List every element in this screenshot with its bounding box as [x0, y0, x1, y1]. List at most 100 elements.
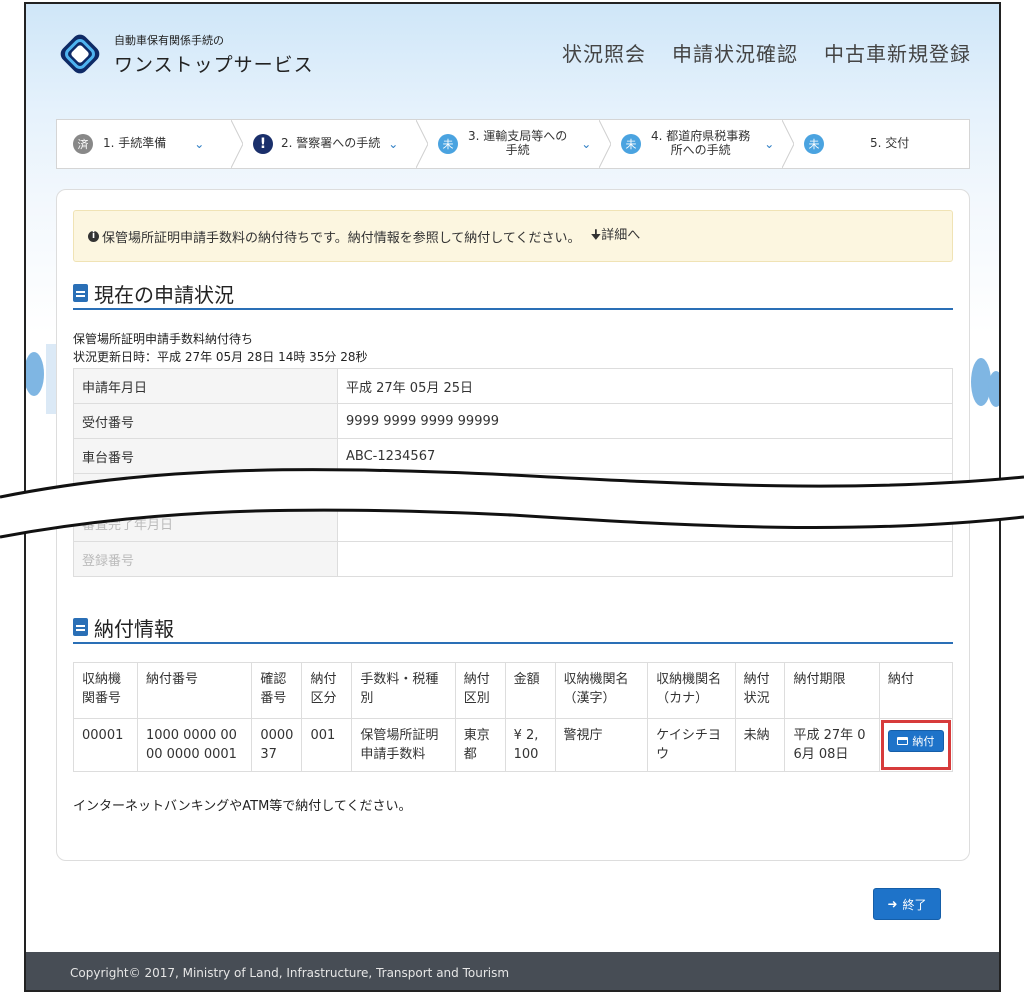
row-value	[337, 473, 953, 542]
pending-badge-icon: 未	[621, 134, 641, 154]
cell-payment-number: 1000 0000 00 00 0000 0001	[136, 718, 253, 772]
exit-button[interactable]: ➜ 終了	[873, 888, 941, 920]
cell-payment-deadline: 平成 27年 0 6月 08日	[784, 718, 880, 772]
nav-application-status[interactable]: 申請状況確認	[672, 38, 798, 67]
page-frame: 自動車保有関係手続の ワンストップサービス 状況照会 申請状況確認 中古車新規登…	[24, 2, 1001, 992]
nav-used-car-registration[interactable]: 中古車新規登録	[824, 38, 971, 67]
step-label: 3. 運輸支局等への 手続	[468, 129, 568, 158]
step-separator	[599, 120, 611, 168]
chevron-down-icon[interactable]: ⌄	[581, 137, 591, 151]
column-header: 納付	[878, 662, 954, 719]
column-header: 手数料・税種別	[351, 662, 456, 719]
pending-badge-icon: 未	[438, 134, 458, 154]
main-panel: i 保管場所証明申請手数料の納付待ちです。納付情報を参照して納付してください。 …	[56, 189, 970, 861]
step-1[interactable]: 済 1. 手続準備 ⌄	[57, 120, 243, 168]
row-label: 車台番号	[73, 438, 338, 474]
column-header: 収納機 関番号	[73, 662, 138, 719]
row-value: 平成 27年 05月 25日	[337, 368, 953, 404]
section-title-current-status: 現在の申請状況	[73, 278, 953, 310]
step-label-line2: 手続	[505, 143, 530, 157]
logo-title: ワンストップサービス	[114, 53, 314, 76]
pending-badge-icon: 未	[804, 134, 824, 154]
column-header: 金額	[504, 662, 556, 719]
alert-message: 保管場所証明申請手数料の納付待ちです。納付情報を参照して納付してください。	[102, 230, 581, 246]
document-icon	[73, 284, 88, 302]
step-label-line1: 3. 運輸支局等への	[468, 129, 568, 144]
progress-steps: 済 1. 手続準備 ⌄ ! 2. 警察署への手続 ⌄ 未 3. 運輸支局等への …	[56, 119, 970, 169]
credit-card-icon	[897, 737, 909, 745]
section-title-payment: 納付情報	[73, 612, 953, 644]
info-circle-icon: i	[88, 230, 99, 242]
cell-institution-name-kanji: 警視庁	[554, 718, 649, 772]
step-label: 1. 手続準備	[103, 136, 167, 151]
site-logo[interactable]: 自動車保有関係手続の ワンストップサービス	[54, 28, 314, 80]
payment-note: インターネットバンキングやATM等で納付してください。	[73, 799, 412, 814]
nav-status-inquiry[interactable]: 状況照会	[562, 38, 646, 67]
status-summary: 保管場所証明申請手数料納付待ち 状況更新日時：平成 27年 05月 28日 14…	[73, 330, 368, 366]
diamond-logo-icon	[60, 34, 100, 74]
footer: Copyright© 2017, Ministry of Land, Infra…	[26, 952, 999, 990]
step-3[interactable]: 未 3. 運輸支局等への 手続 ⌄	[422, 120, 611, 168]
cell-institution-name-kana: ケイシチヨウ	[647, 718, 736, 772]
step-2[interactable]: ! 2. 警察署への手続 ⌄	[237, 120, 428, 168]
chevron-down-icon[interactable]: ⌄	[194, 137, 204, 151]
chevron-down-icon[interactable]: ⌄	[764, 137, 774, 151]
column-header: 確認 番号	[251, 662, 303, 719]
cell-payment-class: 東京都	[454, 718, 506, 772]
table-row: 申請年月日 平成 27年 05月 25日	[73, 368, 953, 404]
row-value: ABC-1234567	[337, 438, 953, 474]
column-header: 納付番号	[136, 662, 253, 719]
payment-info-table: 収納機 関番号 納付番号 確認 番号 納付 区分 手数料・税種別 納付 区別 金額 収納…	[73, 662, 954, 772]
table-row: 登録番号	[73, 541, 953, 577]
cell-payment-category: 001	[301, 718, 353, 772]
column-header: 納付 区別	[454, 662, 506, 719]
column-header: 収納機関名 （漢字）	[554, 662, 649, 719]
cell-confirmation-number: 0000 37	[251, 718, 303, 772]
row-value	[337, 541, 953, 577]
cell-amount: ¥ 2, 100	[504, 718, 556, 772]
exclamation-icon: !	[253, 134, 273, 154]
step-5[interactable]: 未 5. 交付	[788, 120, 969, 168]
exit-button-label: 終了	[902, 897, 927, 912]
column-header: 納付期限	[784, 662, 880, 719]
row-label: 申請年月日	[73, 368, 338, 404]
step-separator	[231, 120, 243, 168]
step-label: 5. 交付	[870, 136, 910, 151]
table-row: 審査完了年月日	[73, 473, 953, 542]
sign-out-icon: ➜	[887, 897, 898, 911]
pay-button[interactable]: 納付	[887, 730, 944, 752]
step-label: 2. 警察署への手続	[281, 136, 381, 151]
section-title-text: 納付情報	[94, 616, 174, 641]
step-separator	[416, 120, 428, 168]
step-separator	[782, 120, 794, 168]
table-row: 00001 1000 0000 00 00 0000 0001 0000 37 00…	[73, 718, 954, 772]
document-icon	[73, 618, 88, 636]
step-4[interactable]: 未 4. 都道府県税事務 所への手続 ⌄	[605, 120, 794, 168]
cell-pay-action: 納付	[878, 718, 954, 772]
details-link[interactable]: 🠋詳細へ	[591, 224, 641, 248]
table-header-row: 収納機 関番号 納付番号 確認 番号 納付 区分 手数料・税種別 納付 区別 金額 収納…	[73, 662, 954, 719]
step-label-line1: 4. 都道府県税事務	[651, 129, 751, 144]
status-text: 保管場所証明申請手数料納付待ち	[73, 332, 254, 346]
cell-institution-number: 00001	[73, 718, 138, 772]
row-label: 審査完了年月日	[73, 473, 338, 542]
chevron-down-icon[interactable]: ⌄	[388, 137, 398, 151]
application-info-table: 申請年月日 平成 27年 05月 25日 受付番号 9999 9999 9999…	[73, 368, 953, 577]
copyright-text: Copyright© 2017, Ministry of Land, Infra…	[70, 966, 510, 980]
row-value: 9999 9999 9999 99999	[337, 403, 953, 439]
step-label: 4. 都道府県税事務 所への手続	[651, 129, 751, 158]
cell-fee-type: 保管場所証明 申請手数料	[351, 718, 456, 772]
completed-badge-icon: 済	[73, 134, 93, 154]
arrow-down-icon: 🠋	[590, 228, 602, 243]
step-label-line2: 所への手続	[670, 143, 731, 157]
details-link-label: 詳細へ	[601, 228, 641, 243]
alert-banner: i 保管場所証明申請手数料の納付待ちです。納付情報を参照して納付してください。 …	[73, 210, 953, 262]
cell-payment-status: 未納	[734, 718, 786, 772]
status-updated-time: 状況更新日時：平成 27年 05月 28日 14時 35分 28秒	[73, 350, 368, 364]
pay-button-label: 納付	[912, 734, 935, 748]
section-title-text: 現在の申請状況	[94, 282, 234, 307]
table-row: 車台番号 ABC-1234567	[73, 438, 953, 474]
top-navigation: 状況照会 申請状況確認 中古車新規登録	[562, 38, 971, 67]
column-header: 納付 状況	[734, 662, 786, 719]
column-header: 収納機関名 （カナ）	[647, 662, 736, 719]
